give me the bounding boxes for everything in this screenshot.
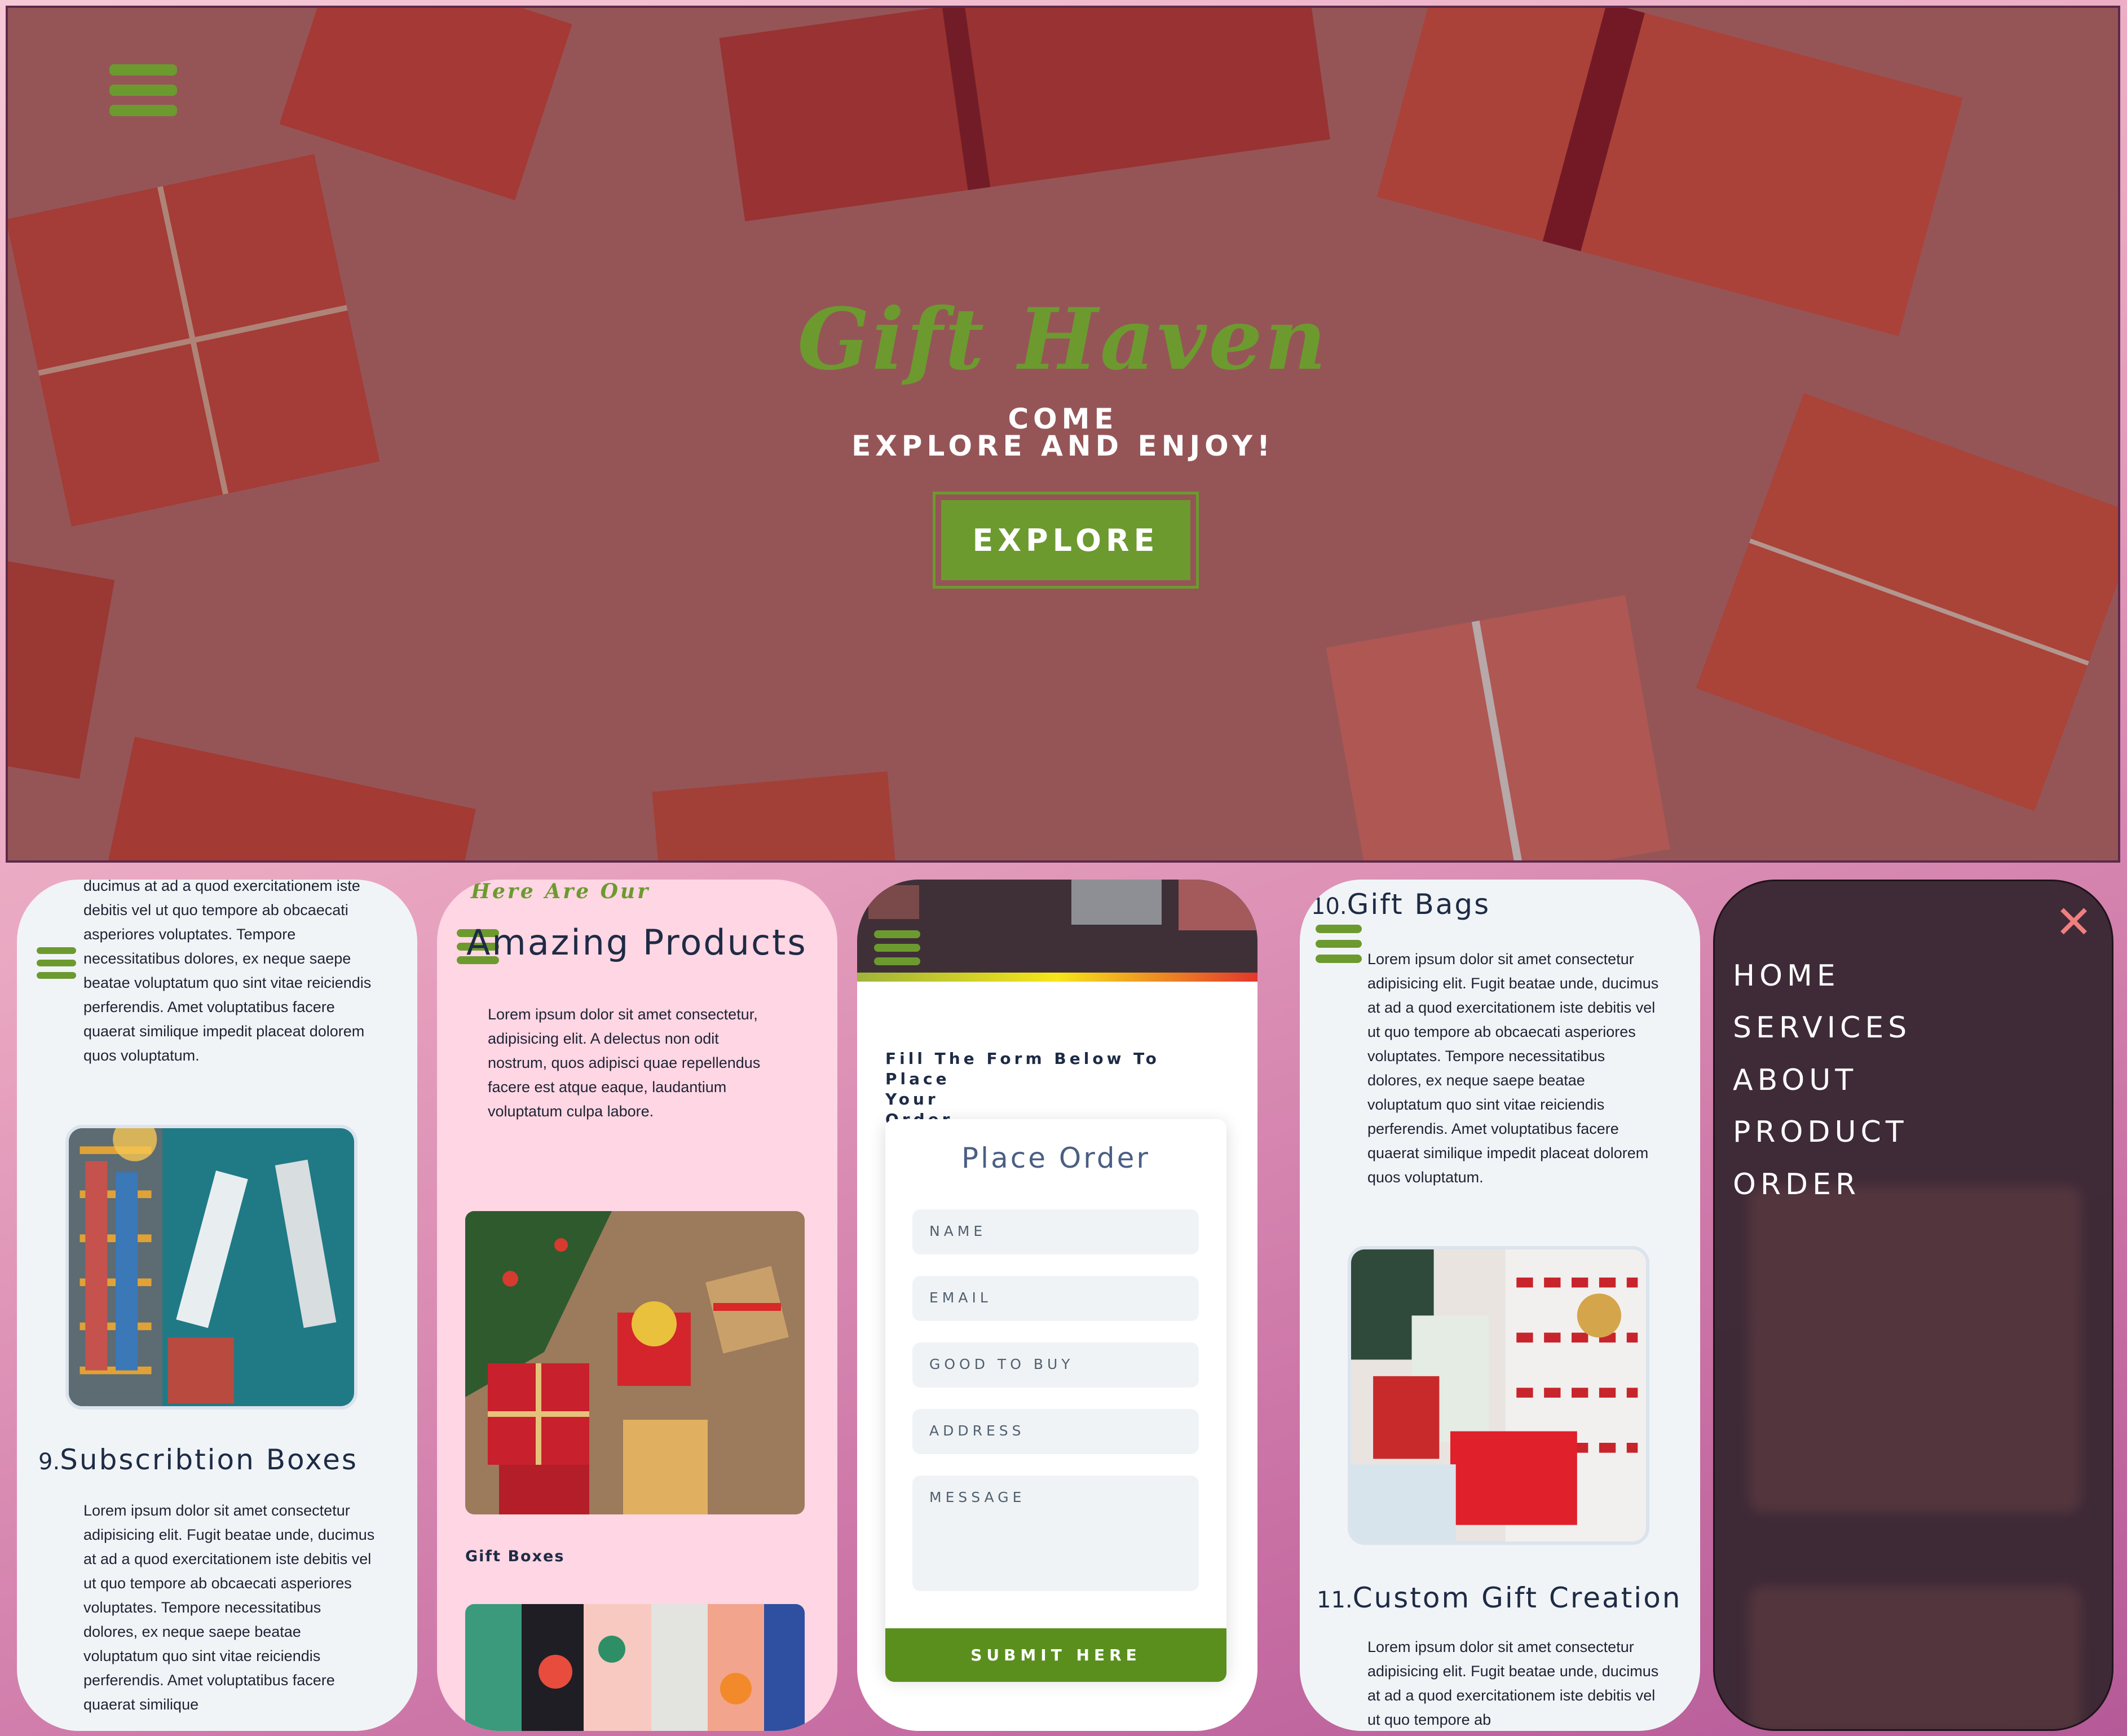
hero-section: Gift Haven COME EXPLORE AND ENJOY! EXPLO… [6, 6, 2120, 863]
menu-item-product[interactable]: PRODUCT [1733, 1115, 1908, 1149]
blurred-image [1749, 1186, 2081, 1513]
brand-title: Gift Haven [797, 290, 1329, 389]
top-number: 10. [1311, 894, 1347, 920]
service-description: ducimus at ad a quod exercitationem iste… [83, 880, 372, 1064]
hamburger-menu-icon[interactable] [37, 947, 76, 979]
section-description: Lorem ipsum dolor sit amet consectetur a… [1367, 1638, 1659, 1728]
hamburger-menu-icon[interactable] [874, 930, 920, 965]
form-intro-line-2: Your [885, 1090, 939, 1108]
explore-button[interactable]: EXPLORE [933, 492, 1199, 589]
gradient-divider [857, 973, 1257, 982]
section-description: Lorem ipsum dolor sit amet consectetur a… [83, 1502, 375, 1713]
phone-products-screen: Here Are Our Amazing Products Lorem ipsu… [437, 880, 837, 1731]
menu-item-order[interactable]: ORDER [1733, 1168, 1860, 1201]
message-field[interactable]: MESSAGE [912, 1476, 1199, 1591]
products-intro: Lorem ipsum dolor sit amet consectetur, … [488, 1006, 761, 1120]
hamburger-menu-icon[interactable] [109, 64, 177, 116]
gift-boxes-image [465, 1211, 805, 1514]
phone-nav-menu-screen: ✕ HOME SERVICES ABOUT PRODUCT ORDER [1713, 880, 2113, 1731]
product-label: Gift Boxes [465, 1548, 565, 1565]
email-field[interactable]: EMAIL [912, 1276, 1199, 1321]
shipping-port-image [65, 1125, 358, 1410]
address-field[interactable]: ADDRESS [912, 1409, 1199, 1454]
order-form-card: Place Order NAME EMAIL GOOD TO BUY ADDRE… [885, 1119, 1226, 1677]
products-title: Amazing Products [466, 922, 807, 963]
good-to-buy-field[interactable]: GOOD TO BUY [912, 1342, 1199, 1388]
hamburger-menu-icon[interactable] [1316, 925, 1362, 963]
top-title: Gift Bags [1347, 888, 1491, 921]
products-eyebrow: Here Are Our [471, 880, 651, 903]
submit-button[interactable]: SUBMIT HERE [885, 1628, 1226, 1682]
section-heading: 9.Subscribtion Boxes [38, 1443, 358, 1476]
gift-bags-description: Lorem ipsum dolor sit amet consectetur a… [1367, 951, 1659, 1186]
form-title: Place Order [961, 1142, 1150, 1174]
phone-services-screen-2: 10.Gift Bags Lorem ipsum dolor sit amet … [1300, 880, 1700, 1731]
form-intro: Fill The Form Below To Place Your Order [885, 1049, 1224, 1130]
tagline-line-2: EXPLORE AND ENJOY! [851, 430, 1274, 462]
explore-button-label: EXPLORE [941, 500, 1190, 580]
section-title: Subscribtion Boxes [60, 1443, 358, 1476]
close-icon[interactable]: ✕ [2055, 896, 2093, 948]
menu-item-home[interactable]: HOME [1733, 959, 1840, 993]
section-number: 9. [38, 1449, 60, 1475]
top-heading: 10.Gift Bags [1311, 888, 1490, 921]
menu-item-about[interactable]: ABOUT [1733, 1063, 1857, 1097]
section-title: Custom Gift Creation [1352, 1582, 1682, 1614]
wrapping-paper-image [465, 1604, 805, 1731]
name-field[interactable]: NAME [912, 1209, 1199, 1254]
phone-order-screen: Fill The Form Below To Place Your Order … [857, 880, 1257, 1731]
section-number: 11. [1317, 1587, 1353, 1613]
menu-item-services[interactable]: SERVICES [1733, 1011, 1911, 1045]
blurred-image [1749, 1586, 2081, 1729]
gift-bags-image [1348, 1246, 1649, 1545]
section-heading: 11.Custom Gift Creation [1317, 1582, 1682, 1614]
phone-services-screen: ducimus at ad a quod exercitationem iste… [17, 880, 417, 1731]
form-intro-line-1: Fill The Form Below To Place [885, 1049, 1160, 1088]
